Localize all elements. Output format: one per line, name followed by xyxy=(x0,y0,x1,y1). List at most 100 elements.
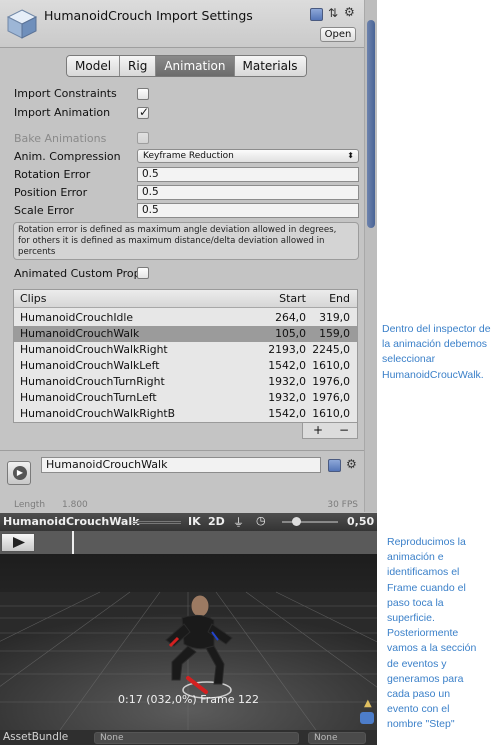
speed-value: 0,50 xyxy=(347,515,375,528)
timeline-playhead[interactable] xyxy=(71,531,74,554)
anim-compression-label: Anim. Compression xyxy=(14,150,121,163)
help-book-icon[interactable] xyxy=(310,8,323,21)
length-label: Length xyxy=(14,500,46,510)
clip-name: HumanoidCrouchIdle xyxy=(20,311,134,324)
pivot-icon[interactable]: ⏚ xyxy=(233,514,244,530)
clip-row[interactable]: HumanoidCrouchTurnRight 1932,0 1976,0 xyxy=(14,374,357,390)
import-animation-label: Import Animation xyxy=(14,106,111,119)
animated-custom-props-checkbox[interactable] xyxy=(137,267,149,279)
start-column-header: Start xyxy=(279,292,306,305)
clip-row[interactable]: HumanoidCrouchWalkRight 2193,0 2245,0 xyxy=(14,342,357,358)
2d-toggle[interactable]: 2D xyxy=(208,515,225,528)
play-button[interactable] xyxy=(1,533,35,552)
frame-caption: 0:17 (032,0%) Frame 122 xyxy=(118,693,259,706)
clip-start: 1932,0 xyxy=(268,391,306,404)
animated-custom-props-label: Animated Custom Prop xyxy=(14,267,141,280)
bake-animations-label: Bake Animations xyxy=(14,132,107,145)
import-animation-checkbox[interactable]: ✓ xyxy=(137,105,150,119)
clip-end: 1976,0 xyxy=(312,391,350,404)
import-constraints-label: Import Constraints xyxy=(14,87,117,100)
clips-column-header: Clips xyxy=(20,292,47,305)
import-constraints-checkbox[interactable] xyxy=(137,88,149,100)
clip-detail-header: ▶ HumanoidCrouchWalk ⚙ xyxy=(0,450,364,492)
anim-compression-dropdown[interactable]: Keyframe Reduction ⬍ xyxy=(137,149,359,163)
dropdown-arrows-icon: ⬍ xyxy=(347,151,354,160)
asset-variant-dropdown[interactable]: None xyxy=(308,732,366,744)
help-box: Rotation error is defined as maximum ang… xyxy=(13,222,359,260)
bake-animations-checkbox xyxy=(137,132,149,144)
clip-row[interactable]: HumanoidCrouchTurnLeft 1932,0 1976,0 xyxy=(14,390,357,406)
animation-clip-icon: ▶ xyxy=(7,461,31,485)
play-icon: ▶ xyxy=(13,466,27,480)
open-button[interactable]: Open xyxy=(320,27,356,42)
position-error-field[interactable]: 0.5 xyxy=(137,185,359,200)
clip-end: 1610,0 xyxy=(312,359,350,372)
clips-add-remove: + − xyxy=(302,423,358,439)
clip-name: HumanoidCrouchWalkRightB xyxy=(20,407,176,420)
check-mark-icon: ✓ xyxy=(139,105,150,119)
annotation-column: Dentro del inspector de la animación deb… xyxy=(377,0,501,745)
preset-icon[interactable]: ⇅ xyxy=(328,6,338,20)
tab-materials[interactable]: Materials xyxy=(233,56,306,76)
rotation-error-field[interactable]: 0.5 xyxy=(137,167,359,182)
speed-slider[interactable] xyxy=(282,521,338,523)
speed-slider-knob[interactable] xyxy=(292,517,301,526)
clip-name: HumanoidCrouchTurnRight xyxy=(20,375,165,388)
end-column-header: End xyxy=(329,292,350,305)
clip-start: 2193,0 xyxy=(268,343,306,356)
clip-start: 1542,0 xyxy=(268,407,306,420)
anim-compression-value: Keyframe Reduction xyxy=(143,151,234,161)
inspector-panel: HumanoidCrouch Import Settings ⇅ ⚙ Open … xyxy=(0,0,377,745)
preview-timeline[interactable] xyxy=(0,531,377,554)
tab-model[interactable]: Model xyxy=(67,56,120,76)
clip-end: 1610,0 xyxy=(312,407,350,420)
preview-toolbar: HumanoidCrouchWalk IK 2D ⏚ ◷ 0,50 xyxy=(0,513,377,531)
clips-header: Clips Start End xyxy=(14,290,357,308)
clip-row[interactable]: HumanoidCrouchWalkRightB 1542,0 1610,0 xyxy=(14,406,357,422)
clip-end: 2245,0 xyxy=(312,343,350,356)
inspector-scrollbar[interactable] xyxy=(364,0,377,512)
import-tabs: Model Rig Animation Materials xyxy=(66,55,307,77)
preview-title: HumanoidCrouchWalk xyxy=(3,515,140,528)
scale-error-field[interactable]: 0.5 xyxy=(137,203,359,218)
scrollbar-thumb[interactable] xyxy=(367,20,375,228)
clip-name: HumanoidCrouchTurnLeft xyxy=(20,391,157,404)
clip-row-selected[interactable]: HumanoidCrouchWalk 105,0 159,0 xyxy=(14,326,357,342)
help-book-icon[interactable] xyxy=(328,459,341,472)
clip-end: 159,0 xyxy=(319,327,350,340)
scale-error-label: Scale Error xyxy=(14,204,74,217)
position-error-label: Position Error xyxy=(14,186,88,199)
clip-start: 1542,0 xyxy=(268,359,306,372)
import-settings-header: HumanoidCrouch Import Settings ⇅ ⚙ Open xyxy=(0,0,364,48)
gear-icon[interactable]: ⚙ xyxy=(344,5,355,19)
clip-row[interactable]: HumanoidCrouchWalkLeft 1542,0 1610,0 xyxy=(14,358,357,374)
svg-text:▲: ▲ xyxy=(364,698,372,709)
ik-toggle[interactable]: IK xyxy=(188,515,201,528)
clip-name: HumanoidCrouchWalkLeft xyxy=(20,359,160,372)
clip-end: 319,0 xyxy=(319,311,350,324)
clip-start: 105,0 xyxy=(275,327,306,340)
add-clip-button[interactable]: + xyxy=(313,423,323,437)
asset-bundle-label: AssetBundle xyxy=(3,731,69,743)
tab-animation[interactable]: Animation xyxy=(155,56,234,76)
drag-handle[interactable] xyxy=(131,521,181,524)
remove-clip-button[interactable]: − xyxy=(339,423,349,437)
preview-viewport[interactable]: ▲ 0:17 (032,0%) Frame 122 xyxy=(0,554,377,730)
asset-variant-value: None xyxy=(314,733,338,743)
clip-name-field[interactable]: HumanoidCrouchWalk xyxy=(41,457,321,473)
clip-row[interactable]: HumanoidCrouchIdle 264,0 319,0 xyxy=(14,310,357,326)
tab-rig[interactable]: Rig xyxy=(119,56,156,76)
clip-start: 264,0 xyxy=(275,311,306,324)
fps-value: 30 FPS xyxy=(327,500,358,510)
rotation-error-label: Rotation Error xyxy=(14,168,91,181)
clip-name: HumanoidCrouchWalk xyxy=(20,327,140,340)
note-identify-frame: Reproducimos la animación e identificamo… xyxy=(387,536,477,731)
gear-icon[interactable]: ⚙ xyxy=(346,457,357,471)
asset-bundle-dropdown[interactable]: None xyxy=(94,732,299,744)
note-select-clip: Dentro del inspector de la animación deb… xyxy=(382,323,491,381)
clips-list: Clips Start End HumanoidCrouchIdle 264,0… xyxy=(13,289,358,423)
clip-name: HumanoidCrouchWalkRight xyxy=(20,343,168,356)
asset-bundle-value: None xyxy=(100,733,124,743)
clip-end: 1976,0 xyxy=(312,375,350,388)
page-title: HumanoidCrouch Import Settings xyxy=(44,8,253,23)
